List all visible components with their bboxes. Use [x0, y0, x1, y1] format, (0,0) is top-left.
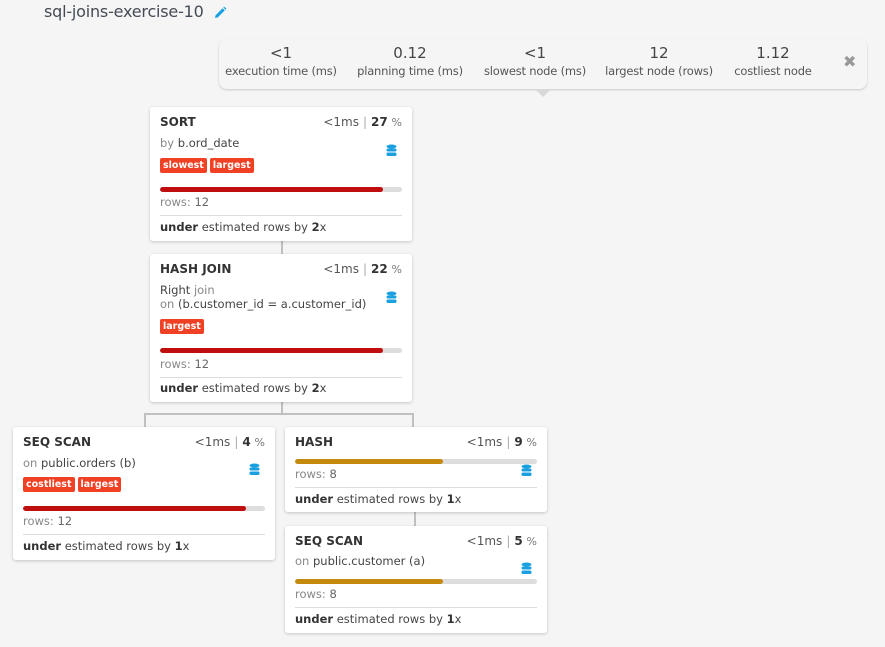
- connector: [144, 413, 146, 427]
- stat-value: <1: [269, 44, 293, 62]
- stat-value: 12: [649, 44, 669, 62]
- divider: [295, 607, 537, 608]
- node-timing: <1ms | 9 %: [466, 435, 537, 449]
- connector: [412, 413, 414, 427]
- node-progress-fill: [160, 187, 383, 192]
- node-time: <1ms: [466, 435, 503, 449]
- connector: [144, 413, 414, 415]
- tag-largest: largest: [77, 477, 122, 492]
- tag-largest: largest: [160, 319, 204, 334]
- stat-slowest-node: <1 slowest node (ms): [477, 43, 593, 79]
- node-progress-bar: [23, 506, 265, 511]
- stat-largest-node: 12 largest node (rows): [599, 43, 719, 79]
- node-percent: 4: [242, 435, 251, 449]
- node-progress-fill: [295, 579, 443, 584]
- pencil-icon[interactable]: [213, 5, 227, 19]
- connector: [281, 241, 283, 254]
- stat-costliest-node: 1.12 costliest node: [725, 43, 821, 79]
- node-join-type: Right join: [160, 283, 215, 297]
- node-description: by b.ord_date: [160, 136, 240, 150]
- node-timing: <1ms | 4 %: [194, 435, 265, 449]
- node-type: SORT: [160, 115, 196, 129]
- stat-execution-time: <1 execution time (ms): [223, 43, 339, 79]
- node-progress-bar: [160, 187, 402, 192]
- node-progress-bar: [160, 348, 402, 353]
- node-rows: rows: 12: [160, 195, 210, 209]
- node-time: <1ms: [466, 534, 503, 548]
- stat-label: largest node (rows): [605, 64, 713, 78]
- database-icon: [521, 560, 532, 574]
- stat-value: <1: [523, 44, 547, 62]
- plan-node-seq-scan-orders[interactable]: SEQ SCAN <1ms | 4 % on public.orders (b) c…: [13, 427, 275, 560]
- node-percent: 27: [371, 115, 388, 129]
- node-timing: <1ms | 22 %: [323, 262, 402, 276]
- stat-value: 0.12: [393, 44, 427, 62]
- node-rows: rows: 8: [295, 467, 337, 481]
- node-percent: 5: [514, 534, 523, 548]
- node-rows: rows: 12: [23, 514, 73, 528]
- plan-node-seq-scan-customer[interactable]: SEQ SCAN <1ms | 5 % on public.customer (a)…: [285, 526, 547, 633]
- node-time: <1ms: [323, 262, 359, 276]
- node-time: <1ms: [194, 435, 231, 449]
- node-progress-fill: [295, 459, 443, 464]
- node-progress-bar: [295, 579, 537, 584]
- node-rows: rows: 8: [295, 587, 337, 601]
- stat-planning-time: 0.12 planning time (ms): [352, 43, 468, 79]
- database-icon: [386, 289, 397, 303]
- plan-node-hash-join[interactable]: HASH JOIN <1ms | 22 % Right join on (b.cus…: [150, 254, 412, 402]
- divider: [23, 534, 265, 535]
- node-description: on public.customer (a): [295, 554, 426, 568]
- divider: [295, 487, 537, 488]
- summary-panel: <1 execution time (ms) 0.12 planning tim…: [219, 39, 867, 89]
- node-percent: 9: [514, 435, 523, 449]
- stat-label: planning time (ms): [357, 64, 463, 78]
- tag-costliest: costliest: [23, 477, 75, 492]
- node-time: <1ms: [323, 115, 359, 129]
- tag-largest: largest: [209, 158, 254, 173]
- node-timing: <1ms | 27 %: [323, 115, 402, 129]
- node-tags: costliest largest: [23, 477, 122, 492]
- connector: [414, 512, 416, 526]
- node-estimate: under estimated rows by 2x: [160, 381, 327, 395]
- divider: [160, 377, 402, 378]
- node-progress-fill: [23, 506, 246, 511]
- database-icon: [249, 461, 260, 475]
- stat-value: 1.12: [756, 44, 790, 62]
- node-progress-fill: [160, 348, 383, 353]
- node-tags: largest: [160, 319, 204, 334]
- page-title: sql-joins-exercise-10: [44, 2, 204, 21]
- node-estimate: under estimated rows by 2x: [160, 220, 327, 234]
- node-estimate: under estimated rows by 1x: [295, 492, 462, 506]
- node-type: HASH: [295, 435, 334, 449]
- plan-node-sort[interactable]: SORT <1ms | 27 % by b.ord_date slowest lar…: [150, 107, 412, 241]
- node-tags: slowest largest: [160, 158, 254, 173]
- stat-label: slowest node (ms): [484, 64, 586, 78]
- node-timing: <1ms | 5 %: [466, 534, 537, 548]
- node-description: on public.orders (b): [23, 456, 136, 470]
- node-type: SEQ SCAN: [295, 534, 363, 548]
- stat-label: costliest node: [734, 64, 812, 78]
- node-percent: 22: [371, 262, 388, 276]
- plan-node-hash[interactable]: HASH <1ms | 9 % rows: 8 under estimated ro…: [285, 427, 547, 512]
- node-rows: rows: 12: [160, 357, 210, 371]
- node-estimate: under estimated rows by 1x: [23, 539, 190, 553]
- node-type: HASH JOIN: [160, 262, 232, 276]
- node-estimate: under estimated rows by 1x: [295, 612, 462, 626]
- node-type: SEQ SCAN: [23, 435, 91, 449]
- close-icon[interactable]: ✖: [843, 52, 856, 71]
- divider: [160, 215, 402, 216]
- summary-pointer: [535, 89, 551, 97]
- tag-slowest: slowest: [160, 158, 207, 173]
- node-description: on (b.customer_id = a.customer_id): [160, 297, 367, 311]
- stat-label: execution time (ms): [225, 64, 337, 78]
- node-progress-bar: [295, 459, 537, 464]
- database-icon: [386, 142, 397, 156]
- title-row: sql-joins-exercise-10: [44, 2, 227, 21]
